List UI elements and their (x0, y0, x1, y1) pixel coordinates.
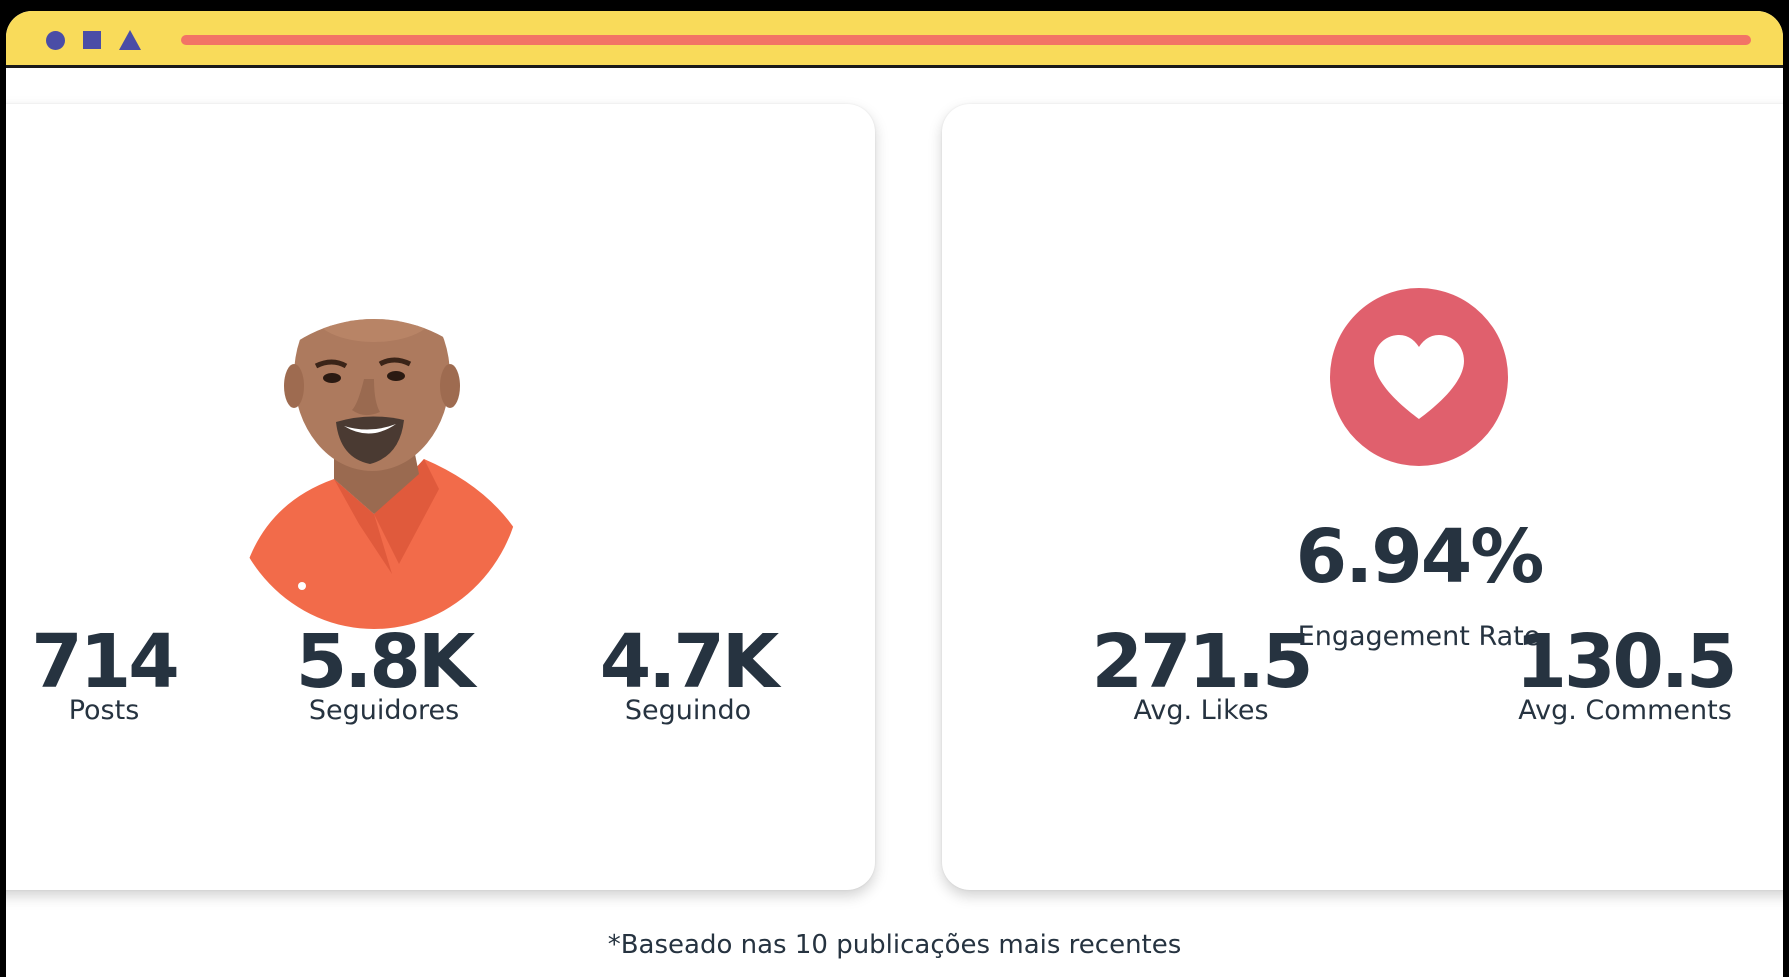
page-content: 714 Posts 5.8K Seguidores 4.7K Seguindo … (6, 68, 1783, 977)
followers-value: 5.8K (295, 619, 475, 705)
posts-value: 714 (31, 619, 179, 705)
browser-window: 714 Posts 5.8K Seguidores 4.7K Seguindo … (6, 11, 1783, 977)
square-control-icon[interactable] (83, 31, 101, 49)
avg-comments-stat: 130.5 Avg. Comments (1475, 622, 1775, 726)
engagement-badge (1330, 288, 1508, 466)
avg-comments-value: 130.5 (1515, 619, 1737, 705)
profile-card: 714 Posts 5.8K Seguidores 4.7K Seguindo (6, 104, 875, 890)
following-stat: 4.7K Seguindo (558, 622, 818, 726)
heart-icon (1374, 335, 1464, 419)
circle-control-icon[interactable] (46, 31, 65, 50)
footnote: *Baseado nas 10 publicações mais recente… (607, 930, 1182, 960)
engagement-rate-value: 6.94% (1295, 514, 1545, 600)
avatar (226, 319, 522, 629)
avg-comments-label: Avg. Comments (1518, 695, 1732, 726)
title-bar (6, 11, 1783, 68)
avg-likes-stat: 271.5 Avg. Likes (1071, 622, 1331, 726)
engagement-card: 6.94% Engagement Rate 271.5 Avg. Likes 1… (942, 104, 1783, 890)
following-label: Seguindo (624, 695, 752, 726)
posts-stat: 714 Posts (6, 622, 234, 726)
followers-label: Seguidores (308, 695, 460, 726)
followers-stat: 5.8K Seguidores (254, 622, 514, 726)
following-value: 4.7K (599, 619, 779, 705)
address-bar[interactable] (181, 35, 1751, 45)
avg-likes-value: 271.5 (1091, 619, 1313, 705)
triangle-control-icon[interactable] (119, 30, 141, 50)
